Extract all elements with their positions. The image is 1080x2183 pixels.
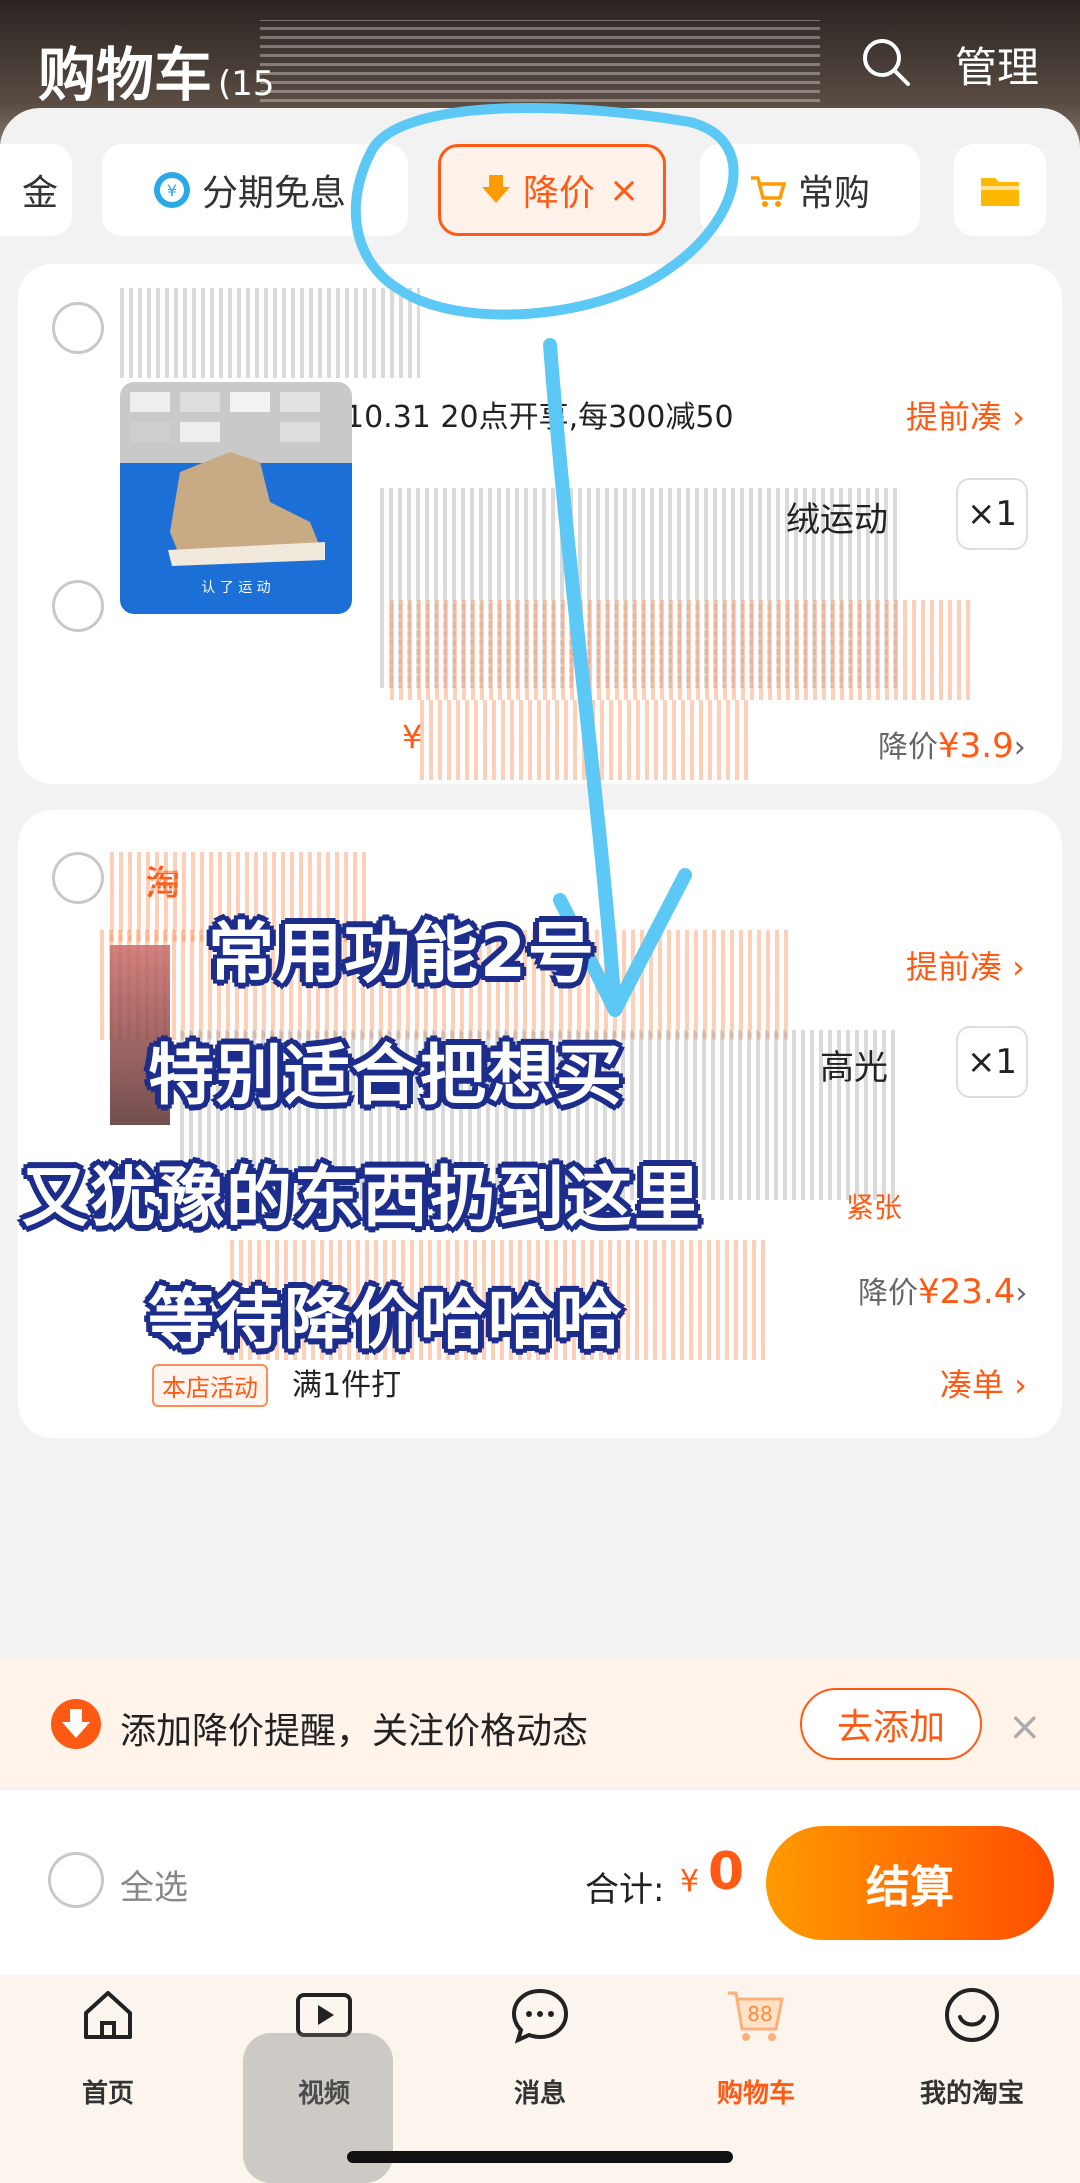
blurred-shop-name [120,288,420,378]
product-image[interactable]: 认 了 运 动 [120,382,352,614]
tab-label: 我的淘宝 [919,2079,1024,2109]
installment-icon: ¥ [154,172,190,208]
cart-icon [751,176,787,207]
tab-label: 消息 [513,2079,566,2109]
home-icon [84,1991,132,2039]
shop-checkbox[interactable] [52,852,104,904]
blurred-product-details [390,600,970,700]
store-activity-text: 满1件打 [292,1368,402,1403]
caption-line-4: 等待降价哈哈哈 [148,1281,624,1358]
price-drop-label: 降价 [858,1276,918,1311]
manage-button[interactable]: 管理 [955,34,1039,95]
add-items-link[interactable]: 凑单 › [940,1360,1027,1406]
checkout-button[interactable]: 结算 [766,1826,1054,1940]
store-activity-tag: 本店活动 [152,1364,268,1407]
price-drop-amount: ¥3.9 [938,726,1014,766]
price-drop-label: 降价 [878,730,938,765]
tab-messages[interactable]: 消息 [432,1975,648,2135]
tab-label: 购物车 [716,2079,795,2109]
price-drop-amount: ¥23.4 [918,1272,1016,1312]
total-label: 合计: [585,1870,665,1910]
price-drop-info[interactable]: 降价¥23.4› [858,1268,1027,1312]
tab-cart[interactable]: 88 购物车 [648,1975,864,2135]
prefill-link[interactable]: 提前凑 › [906,942,1025,988]
caption-line-1: 常用功能2号 [208,915,596,992]
cart-count: (15 [218,64,275,104]
filter-chip-installment[interactable]: ¥ 分期免息 [102,144,408,236]
tab-label: 首页 [81,2079,134,2109]
caption-line-2: 特别适合把想买 [148,1037,624,1114]
tab-home[interactable]: 首页 [0,1975,216,2135]
product-name[interactable]: 绒运动 [786,492,888,541]
product-name[interactable]: 高光 [820,1040,888,1089]
page-title-text: 购物车 [38,41,213,109]
cart-icon: 88 [728,1991,784,2041]
total-currency: ¥ [680,1864,700,1899]
quantity-selector[interactable]: ×1 [956,478,1028,550]
price-drop-info[interactable]: 降价¥3.9› [878,722,1026,766]
sneaker-image: 认 了 运 动 [130,392,325,596]
total-value: 0 [708,1842,745,1902]
chevron-right-icon: › [1015,1276,1028,1311]
select-all-label[interactable]: 全选 [120,1860,188,1909]
chevron-right-icon: › [1013,730,1026,765]
price-drop-reminder: 添加降价提醒，关注价格动态 去添加 × [0,1660,1080,1788]
shop-checkbox[interactable] [52,302,104,354]
item-checkbox[interactable] [52,580,104,632]
add-reminder-button[interactable]: 去添加 [800,1688,982,1760]
price-drop-alert-icon [51,1699,101,1749]
folder-button[interactable] [954,144,1046,236]
folder-icon [981,178,1019,206]
page-title: 购物车 (15 [38,28,275,112]
blurred-price [420,700,750,780]
quantity-selector[interactable]: ×1 [956,1026,1028,1098]
close-icon[interactable]: × [1008,1704,1042,1750]
tab-my-taobao[interactable]: 我的淘宝 [864,1975,1080,2135]
message-icon [511,1988,569,2044]
filter-chip-price-drop[interactable]: 降价 × [438,144,666,236]
close-icon[interactable]: × [609,170,639,211]
blurred-region [260,20,820,120]
caption-line-3: 又犹豫的东西扔到这里 [22,1159,702,1236]
filter-chip-frequent[interactable]: 常购 [700,144,920,236]
svg-text:¥: ¥ [167,181,177,200]
checkout-bar: 全选 合计: ¥ 0 结算 [0,1790,1080,1975]
filter-chip-label: 降价 [523,173,596,214]
prefill-link[interactable]: 提前凑 › [906,392,1025,438]
filter-chip-coupon[interactable]: 金 [0,144,72,236]
filter-chip-label: 分期免息 [202,173,347,214]
home-indicator[interactable] [347,2151,733,2163]
svg-text:认 了 运 动: 认 了 运 动 [201,580,270,596]
reminder-text: 添加降价提醒，关注价格动态 [120,1711,589,1752]
filter-chip-label: 常购 [798,173,871,214]
filter-chips: 金 ¥ 分期免息 降价 × 常购 [0,140,1080,240]
cart-badge: 88 [747,2002,772,2026]
search-icon[interactable] [858,34,914,90]
select-all-checkbox[interactable] [48,1852,104,1908]
stock-note: 紧张 [846,1191,903,1224]
smile-icon [945,1988,999,2042]
price-drop-icon [482,175,510,203]
filter-chip-label: 金 [21,173,58,214]
